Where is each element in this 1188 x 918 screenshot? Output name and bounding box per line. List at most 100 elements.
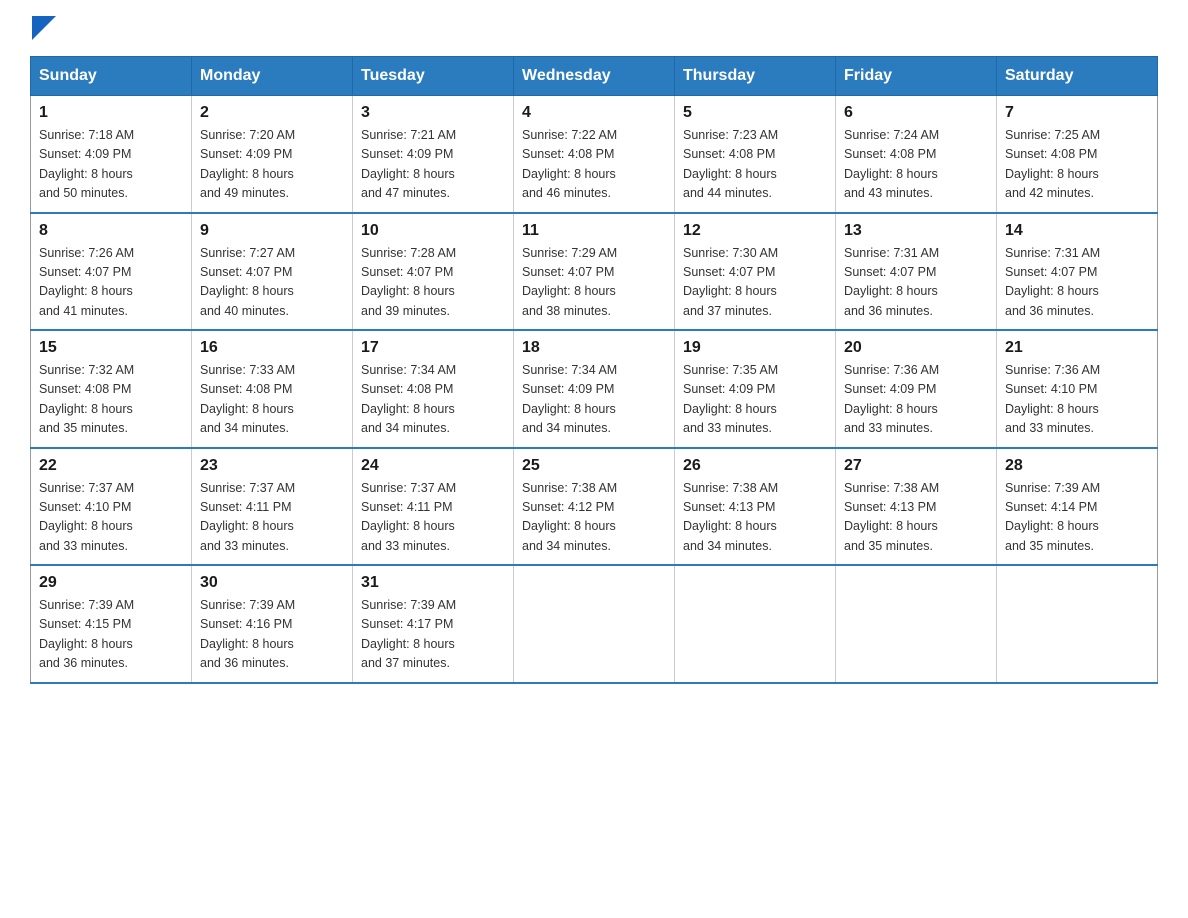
day-number: 24 — [361, 457, 505, 475]
calendar-week-row: 15 Sunrise: 7:32 AM Sunset: 4:08 PM Dayl… — [31, 330, 1158, 448]
day-number: 31 — [361, 574, 505, 592]
day-info: Sunrise: 7:37 AM Sunset: 4:11 PM Dayligh… — [361, 479, 505, 557]
calendar-day-cell: 12 Sunrise: 7:30 AM Sunset: 4:07 PM Dayl… — [675, 213, 836, 331]
day-info: Sunrise: 7:38 AM Sunset: 4:12 PM Dayligh… — [522, 479, 666, 557]
calendar-day-cell: 1 Sunrise: 7:18 AM Sunset: 4:09 PM Dayli… — [31, 96, 192, 213]
calendar-day-cell: 10 Sunrise: 7:28 AM Sunset: 4:07 PM Dayl… — [353, 213, 514, 331]
day-number: 18 — [522, 339, 666, 357]
day-number: 7 — [1005, 104, 1149, 122]
day-info: Sunrise: 7:35 AM Sunset: 4:09 PM Dayligh… — [683, 361, 827, 439]
calendar-day-cell: 22 Sunrise: 7:37 AM Sunset: 4:10 PM Dayl… — [31, 448, 192, 566]
calendar-day-cell: 26 Sunrise: 7:38 AM Sunset: 4:13 PM Dayl… — [675, 448, 836, 566]
day-info: Sunrise: 7:31 AM Sunset: 4:07 PM Dayligh… — [844, 244, 988, 322]
day-info: Sunrise: 7:36 AM Sunset: 4:09 PM Dayligh… — [844, 361, 988, 439]
day-info: Sunrise: 7:20 AM Sunset: 4:09 PM Dayligh… — [200, 126, 344, 204]
day-number: 26 — [683, 457, 827, 475]
calendar-day-cell: 20 Sunrise: 7:36 AM Sunset: 4:09 PM Dayl… — [836, 330, 997, 448]
day-info: Sunrise: 7:24 AM Sunset: 4:08 PM Dayligh… — [844, 126, 988, 204]
day-info: Sunrise: 7:39 AM Sunset: 4:15 PM Dayligh… — [39, 596, 183, 674]
day-info: Sunrise: 7:32 AM Sunset: 4:08 PM Dayligh… — [39, 361, 183, 439]
day-number: 13 — [844, 222, 988, 240]
day-info: Sunrise: 7:38 AM Sunset: 4:13 PM Dayligh… — [844, 479, 988, 557]
calendar-day-cell: 29 Sunrise: 7:39 AM Sunset: 4:15 PM Dayl… — [31, 565, 192, 683]
day-number: 10 — [361, 222, 505, 240]
calendar-day-cell — [514, 565, 675, 683]
calendar-day-cell: 23 Sunrise: 7:37 AM Sunset: 4:11 PM Dayl… — [192, 448, 353, 566]
day-number: 20 — [844, 339, 988, 357]
day-number: 27 — [844, 457, 988, 475]
day-number: 25 — [522, 457, 666, 475]
day-info: Sunrise: 7:33 AM Sunset: 4:08 PM Dayligh… — [200, 361, 344, 439]
day-number: 2 — [200, 104, 344, 122]
day-info: Sunrise: 7:39 AM Sunset: 4:17 PM Dayligh… — [361, 596, 505, 674]
day-info: Sunrise: 7:34 AM Sunset: 4:09 PM Dayligh… — [522, 361, 666, 439]
day-info: Sunrise: 7:30 AM Sunset: 4:07 PM Dayligh… — [683, 244, 827, 322]
day-number: 4 — [522, 104, 666, 122]
calendar-day-cell: 2 Sunrise: 7:20 AM Sunset: 4:09 PM Dayli… — [192, 96, 353, 213]
day-info: Sunrise: 7:25 AM Sunset: 4:08 PM Dayligh… — [1005, 126, 1149, 204]
calendar-day-cell: 13 Sunrise: 7:31 AM Sunset: 4:07 PM Dayl… — [836, 213, 997, 331]
day-number: 15 — [39, 339, 183, 357]
calendar-day-cell: 11 Sunrise: 7:29 AM Sunset: 4:07 PM Dayl… — [514, 213, 675, 331]
calendar-week-row: 29 Sunrise: 7:39 AM Sunset: 4:15 PM Dayl… — [31, 565, 1158, 683]
calendar-day-cell: 31 Sunrise: 7:39 AM Sunset: 4:17 PM Dayl… — [353, 565, 514, 683]
day-number: 11 — [522, 222, 666, 240]
day-number: 14 — [1005, 222, 1149, 240]
day-number: 17 — [361, 339, 505, 357]
day-number: 6 — [844, 104, 988, 122]
day-info: Sunrise: 7:31 AM Sunset: 4:07 PM Dayligh… — [1005, 244, 1149, 322]
day-number: 3 — [361, 104, 505, 122]
calendar-day-cell — [997, 565, 1158, 683]
weekday-header-wednesday: Wednesday — [514, 57, 675, 96]
day-number: 8 — [39, 222, 183, 240]
day-number: 21 — [1005, 339, 1149, 357]
calendar-day-cell: 28 Sunrise: 7:39 AM Sunset: 4:14 PM Dayl… — [997, 448, 1158, 566]
calendar-day-cell: 4 Sunrise: 7:22 AM Sunset: 4:08 PM Dayli… — [514, 96, 675, 213]
calendar-day-cell: 27 Sunrise: 7:38 AM Sunset: 4:13 PM Dayl… — [836, 448, 997, 566]
weekday-header-row: SundayMondayTuesdayWednesdayThursdayFrid… — [31, 57, 1158, 96]
calendar-day-cell: 16 Sunrise: 7:33 AM Sunset: 4:08 PM Dayl… — [192, 330, 353, 448]
day-number: 23 — [200, 457, 344, 475]
day-number: 9 — [200, 222, 344, 240]
calendar-week-row: 8 Sunrise: 7:26 AM Sunset: 4:07 PM Dayli… — [31, 213, 1158, 331]
day-info: Sunrise: 7:22 AM Sunset: 4:08 PM Dayligh… — [522, 126, 666, 204]
weekday-header-saturday: Saturday — [997, 57, 1158, 96]
day-info: Sunrise: 7:23 AM Sunset: 4:08 PM Dayligh… — [683, 126, 827, 204]
page-header — [30, 20, 1158, 36]
calendar-day-cell: 15 Sunrise: 7:32 AM Sunset: 4:08 PM Dayl… — [31, 330, 192, 448]
calendar-day-cell: 24 Sunrise: 7:37 AM Sunset: 4:11 PM Dayl… — [353, 448, 514, 566]
calendar-day-cell: 25 Sunrise: 7:38 AM Sunset: 4:12 PM Dayl… — [514, 448, 675, 566]
day-info: Sunrise: 7:36 AM Sunset: 4:10 PM Dayligh… — [1005, 361, 1149, 439]
day-info: Sunrise: 7:29 AM Sunset: 4:07 PM Dayligh… — [522, 244, 666, 322]
day-number: 12 — [683, 222, 827, 240]
calendar-day-cell — [675, 565, 836, 683]
logo — [30, 20, 56, 36]
day-info: Sunrise: 7:27 AM Sunset: 4:07 PM Dayligh… — [200, 244, 344, 322]
day-info: Sunrise: 7:21 AM Sunset: 4:09 PM Dayligh… — [361, 126, 505, 204]
calendar-day-cell: 21 Sunrise: 7:36 AM Sunset: 4:10 PM Dayl… — [997, 330, 1158, 448]
calendar-day-cell: 19 Sunrise: 7:35 AM Sunset: 4:09 PM Dayl… — [675, 330, 836, 448]
calendar-body: 1 Sunrise: 7:18 AM Sunset: 4:09 PM Dayli… — [31, 96, 1158, 683]
day-number: 16 — [200, 339, 344, 357]
day-info: Sunrise: 7:37 AM Sunset: 4:11 PM Dayligh… — [200, 479, 344, 557]
day-info: Sunrise: 7:26 AM Sunset: 4:07 PM Dayligh… — [39, 244, 183, 322]
calendar-day-cell: 5 Sunrise: 7:23 AM Sunset: 4:08 PM Dayli… — [675, 96, 836, 213]
calendar-day-cell: 7 Sunrise: 7:25 AM Sunset: 4:08 PM Dayli… — [997, 96, 1158, 213]
calendar-day-cell: 17 Sunrise: 7:34 AM Sunset: 4:08 PM Dayl… — [353, 330, 514, 448]
weekday-header-tuesday: Tuesday — [353, 57, 514, 96]
logo-triangle-icon — [32, 16, 56, 40]
calendar-week-row: 1 Sunrise: 7:18 AM Sunset: 4:09 PM Dayli… — [31, 96, 1158, 213]
calendar-day-cell: 3 Sunrise: 7:21 AM Sunset: 4:09 PM Dayli… — [353, 96, 514, 213]
weekday-header-thursday: Thursday — [675, 57, 836, 96]
day-number: 1 — [39, 104, 183, 122]
day-number: 30 — [200, 574, 344, 592]
calendar-header: SundayMondayTuesdayWednesdayThursdayFrid… — [31, 57, 1158, 96]
day-info: Sunrise: 7:34 AM Sunset: 4:08 PM Dayligh… — [361, 361, 505, 439]
calendar-day-cell: 8 Sunrise: 7:26 AM Sunset: 4:07 PM Dayli… — [31, 213, 192, 331]
weekday-header-friday: Friday — [836, 57, 997, 96]
calendar-day-cell: 18 Sunrise: 7:34 AM Sunset: 4:09 PM Dayl… — [514, 330, 675, 448]
day-info: Sunrise: 7:39 AM Sunset: 4:14 PM Dayligh… — [1005, 479, 1149, 557]
weekday-header-sunday: Sunday — [31, 57, 192, 96]
day-number: 19 — [683, 339, 827, 357]
weekday-header-monday: Monday — [192, 57, 353, 96]
